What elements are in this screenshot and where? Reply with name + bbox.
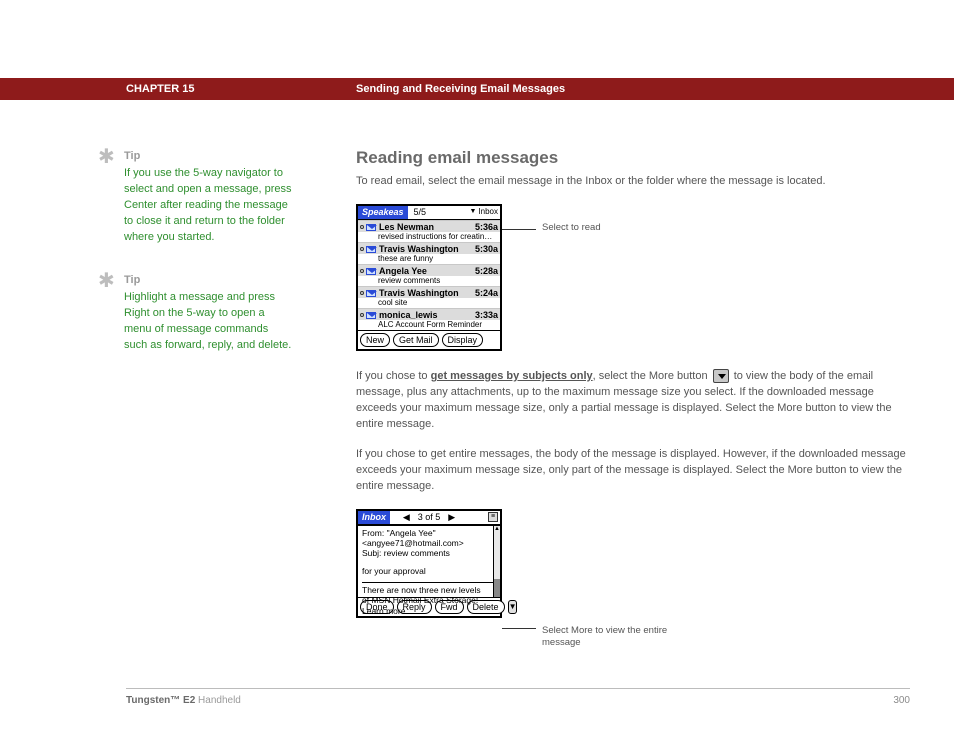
time: 3:33a bbox=[475, 310, 498, 320]
tip-body: Highlight a message and press Right on t… bbox=[124, 290, 294, 354]
new-button[interactable]: New bbox=[360, 333, 390, 347]
time: 5:28a bbox=[475, 266, 498, 276]
unread-dot-icon bbox=[360, 291, 364, 295]
screenshot-inbox: Speakeas 5/5 ▼Inbox Les Newman5:36a revi… bbox=[356, 204, 502, 351]
sender: Travis Washington bbox=[379, 244, 473, 254]
pager-text: 3 of 5 bbox=[418, 512, 441, 522]
para-text: , select the More button bbox=[593, 370, 711, 382]
tip-label: Tip bbox=[124, 150, 320, 162]
sender: Angela Yee bbox=[379, 266, 473, 276]
main-column: Reading email messages To read email, se… bbox=[356, 148, 906, 667]
page-number: 300 bbox=[893, 695, 910, 706]
screenshot-message-wrap: Inbox ◀ 3 of 5 ▶ ≡ From: "Angela Yee" <a… bbox=[356, 509, 906, 650]
product-bold: Tungsten™ E2 bbox=[126, 695, 195, 706]
envelope-icon bbox=[366, 290, 376, 297]
subjects-only-link[interactable]: get messages by subjects only bbox=[431, 370, 593, 382]
folder-dropdown[interactable]: ▼Inbox bbox=[469, 207, 498, 216]
scrollbar[interactable] bbox=[493, 526, 500, 597]
asterisk-icon: ✱ bbox=[98, 150, 115, 164]
callout-text: Select More to view the entire message bbox=[542, 625, 672, 650]
sender: Travis Washington bbox=[379, 288, 473, 298]
message-list: Les Newman5:36a revised instructions for… bbox=[358, 220, 500, 330]
product-light: Handheld bbox=[195, 695, 241, 706]
inbox-button-row: New Get Mail Display bbox=[358, 330, 500, 349]
sender: monica_lewis bbox=[379, 310, 473, 320]
chapter-header: CHAPTER 15 Sending and Receiving Email M… bbox=[0, 78, 954, 100]
from-label: From: bbox=[362, 528, 384, 538]
subj-value: review comments bbox=[384, 548, 450, 558]
tip-label: Tip bbox=[124, 274, 320, 286]
subject: ALC Account Form Reminder bbox=[358, 320, 500, 330]
list-item[interactable]: Angela Yee5:28a review comments bbox=[358, 264, 500, 286]
subj-line: Subj: review comments bbox=[362, 548, 496, 558]
screenshot-message: Inbox ◀ 3 of 5 ▶ ≡ From: "Angela Yee" <a… bbox=[356, 509, 502, 618]
inbox-titlebar: Speakeas 5/5 ▼Inbox bbox=[358, 206, 500, 220]
pager: ◀ 3 of 5 ▶ bbox=[403, 512, 455, 523]
account-tab[interactable]: Speakeas bbox=[358, 206, 408, 219]
sender: Les Newman bbox=[379, 222, 473, 232]
tip-block: ✱ Tip Highlight a message and press Righ… bbox=[100, 274, 320, 354]
tip-body: If you use the 5-way navigator to select… bbox=[124, 166, 294, 246]
list-item[interactable]: Travis Washington5:24a cool site bbox=[358, 286, 500, 308]
time: 5:24a bbox=[475, 288, 498, 298]
message-titlebar: Inbox ◀ 3 of 5 ▶ ≡ bbox=[358, 511, 500, 525]
footer-promo: There are now three new levels of MSN Ho… bbox=[362, 585, 496, 616]
body-paragraph: If you chose to get entire messages, the… bbox=[356, 447, 906, 495]
list-item[interactable]: Les Newman5:36a revised instructions for… bbox=[358, 220, 500, 242]
chapter-title: Sending and Receiving Email Messages bbox=[356, 83, 565, 95]
product-name: Tungsten™ E2 Handheld bbox=[126, 695, 241, 706]
divider bbox=[362, 582, 496, 583]
folder-tab[interactable]: Inbox bbox=[358, 511, 390, 524]
list-item[interactable]: monica_lewis3:33a ALC Account Form Remin… bbox=[358, 308, 500, 330]
from-addr: <angyee71@hotmail.com> bbox=[362, 538, 496, 548]
display-button[interactable]: Display bbox=[442, 333, 484, 347]
screenshot-inbox-wrap: Speakeas 5/5 ▼Inbox Les Newman5:36a revi… bbox=[356, 204, 906, 351]
callout-group: Select to read bbox=[502, 222, 601, 234]
page-icon[interactable]: ≡ bbox=[488, 512, 498, 522]
message-body: From: "Angela Yee" <angyee71@hotmail.com… bbox=[358, 525, 500, 597]
callout-group: Select More to view the entire message bbox=[502, 625, 672, 650]
callout-line bbox=[502, 229, 536, 230]
body-paragraph: If you chose to get messages by subjects… bbox=[356, 369, 906, 433]
intro-paragraph: To read email, select the email message … bbox=[356, 174, 906, 190]
subject: review comments bbox=[358, 276, 500, 286]
prev-arrow-icon[interactable]: ◀ bbox=[403, 512, 410, 523]
folder-name: Inbox bbox=[478, 207, 498, 216]
unread-dot-icon bbox=[360, 247, 364, 251]
unread-dot-icon bbox=[360, 269, 364, 273]
envelope-icon bbox=[366, 312, 376, 319]
chevron-down-icon: ▼ bbox=[469, 208, 476, 215]
getmail-button[interactable]: Get Mail bbox=[393, 333, 439, 347]
time: 5:36a bbox=[475, 222, 498, 232]
tip-block: ✱ Tip If you use the 5-way navigator to … bbox=[100, 150, 320, 246]
subject: these are funny bbox=[358, 254, 500, 264]
asterisk-icon: ✱ bbox=[98, 274, 115, 288]
subject: revised instructions for creatin… bbox=[358, 232, 500, 242]
unread-dot-icon bbox=[360, 225, 364, 229]
tips-sidebar: ✱ Tip If you use the 5-way navigator to … bbox=[100, 150, 320, 381]
envelope-icon bbox=[366, 268, 376, 275]
from-value: "Angela Yee" bbox=[387, 528, 436, 538]
body-line: for your approval bbox=[362, 566, 496, 576]
subject: cool site bbox=[358, 298, 500, 308]
envelope-icon bbox=[366, 224, 376, 231]
list-item[interactable]: Travis Washington5:30a these are funny bbox=[358, 242, 500, 264]
next-arrow-icon[interactable]: ▶ bbox=[448, 512, 455, 523]
more-down-icon bbox=[713, 369, 729, 383]
section-heading: Reading email messages bbox=[356, 148, 906, 168]
time: 5:30a bbox=[475, 244, 498, 254]
message-count: 5/5 bbox=[414, 207, 427, 217]
para-text: If you chose to bbox=[356, 370, 431, 382]
chapter-label: CHAPTER 15 bbox=[126, 83, 194, 95]
envelope-icon bbox=[366, 246, 376, 253]
page-footer: Tungsten™ E2 Handheld 300 bbox=[126, 688, 910, 706]
more-button[interactable]: ▼ bbox=[508, 600, 518, 614]
callout-text: Select to read bbox=[542, 222, 601, 234]
from-line: From: "Angela Yee" bbox=[362, 528, 496, 538]
subj-label: Subj: bbox=[362, 548, 381, 558]
unread-dot-icon bbox=[360, 313, 364, 317]
callout-line bbox=[502, 628, 536, 629]
